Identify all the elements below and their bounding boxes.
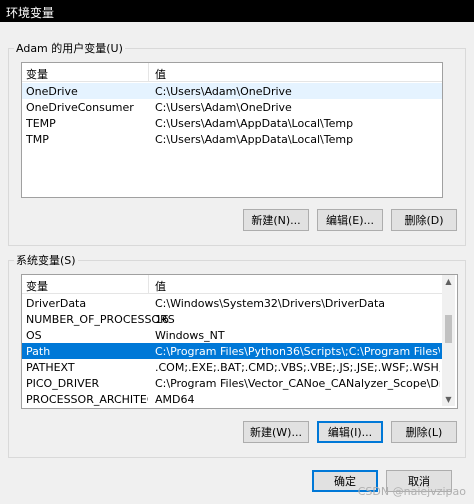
var-value: 16 [155,313,169,326]
var-name: Path [26,345,51,358]
var-value: C:\Users\Adam\OneDrive [155,101,292,114]
vertical-scrollbar[interactable]: ▲ ▼ [442,275,455,406]
system-vars-label: 系统变量(S) [14,252,78,268]
var-value: C:\Users\Adam\AppData\Local\Temp [155,117,354,130]
var-name: TMP [26,133,49,146]
var-value: C:\Program Files\Python36\Scripts\;C:\Pr… [155,345,440,358]
var-value: C:\Program Files\Vector_CANoe_CANalyzer_… [155,377,440,390]
var-value: .COM;.EXE;.BAT;.CMD;.VBS;.VBE;.JS;.JSE;.… [155,361,440,374]
user-vars-label: Adam 的用户变量(U) [14,40,125,56]
title-bar: 环境变量 [0,0,474,22]
var-value: C:\Users\Adam\OneDrive [155,85,292,98]
var-name: OneDriveConsumer [26,101,134,114]
column-separator[interactable] [148,63,149,81]
table-row[interactable]: PROCESSOR_ARCHITECT... AMD64 [22,391,442,407]
user-vars-header: 变量 值 [22,63,442,82]
column-separator[interactable] [148,275,149,293]
var-value: Windows_NT [155,329,225,342]
var-name: OneDrive [26,85,78,98]
user-edit-button[interactable]: 编辑(E)... [317,209,383,231]
environment-variables-dialog: 环境变量 Adam 的用户变量(U) 变量 值 OneDrive C:\User… [0,0,474,504]
var-value: C:\Windows\System32\Drivers\DriverData [155,297,386,310]
var-name: TEMP [26,117,56,130]
system-edit-button[interactable]: 编辑(I)... [317,421,383,443]
user-new-button[interactable]: 新建(N)... [243,209,309,231]
user-delete-button[interactable]: 删除(D) [391,209,457,231]
table-row[interactable]: OneDriveConsumer C:\Users\Adam\OneDrive [22,99,442,115]
system-vars-list[interactable]: 变量 值 DriverData C:\Windows\System32\Driv… [21,274,458,409]
col-header-name[interactable]: 变量 [26,278,48,294]
system-vars-header: 变量 值 [22,275,442,294]
var-name: OS [26,329,42,342]
col-header-name[interactable]: 变量 [26,66,48,82]
scroll-thumb[interactable] [445,315,452,343]
var-name: PATHEXT [26,361,75,374]
var-name: NUMBER_OF_PROCESSORS [26,313,175,326]
system-delete-button[interactable]: 删除(L) [391,421,457,443]
table-row[interactable]: TEMP C:\Users\Adam\AppData\Local\Temp [22,115,442,131]
table-row[interactable]: DriverData C:\Windows\System32\Drivers\D… [22,295,442,311]
window-title: 环境变量 [6,6,55,20]
var-value: AMD64 [155,393,195,406]
system-new-button[interactable]: 新建(W)... [243,421,309,443]
table-row[interactable]: OS Windows_NT [22,327,442,343]
table-row[interactable]: OneDrive C:\Users\Adam\OneDrive [22,83,442,99]
col-header-value[interactable]: 值 [155,278,166,294]
var-name: PICO_DRIVER [26,377,100,390]
var-name: PROCESSOR_ARCHITECT... [26,393,148,406]
table-row-selected[interactable]: Path C:\Program Files\Python36\Scripts\;… [22,343,442,359]
table-row[interactable]: PATHEXT .COM;.EXE;.BAT;.CMD;.VBS;.VBE;.J… [22,359,442,375]
var-name: DriverData [26,297,87,310]
var-value: C:\Users\Adam\AppData\Local\Temp [155,133,354,146]
user-vars-list[interactable]: 变量 值 OneDrive C:\Users\Adam\OneDrive One… [21,62,443,198]
table-row[interactable]: PICO_DRIVER C:\Program Files\Vector_CANo… [22,375,442,391]
table-row[interactable]: TMP C:\Users\Adam\AppData\Local\Temp [22,131,442,147]
table-row[interactable]: NUMBER_OF_PROCESSORS 16 [22,311,442,327]
col-header-value[interactable]: 值 [155,66,166,82]
scroll-up-icon[interactable]: ▲ [442,275,455,288]
scroll-down-icon[interactable]: ▼ [442,393,455,406]
watermark-text: CSDN @naiejvzipao [357,485,466,498]
